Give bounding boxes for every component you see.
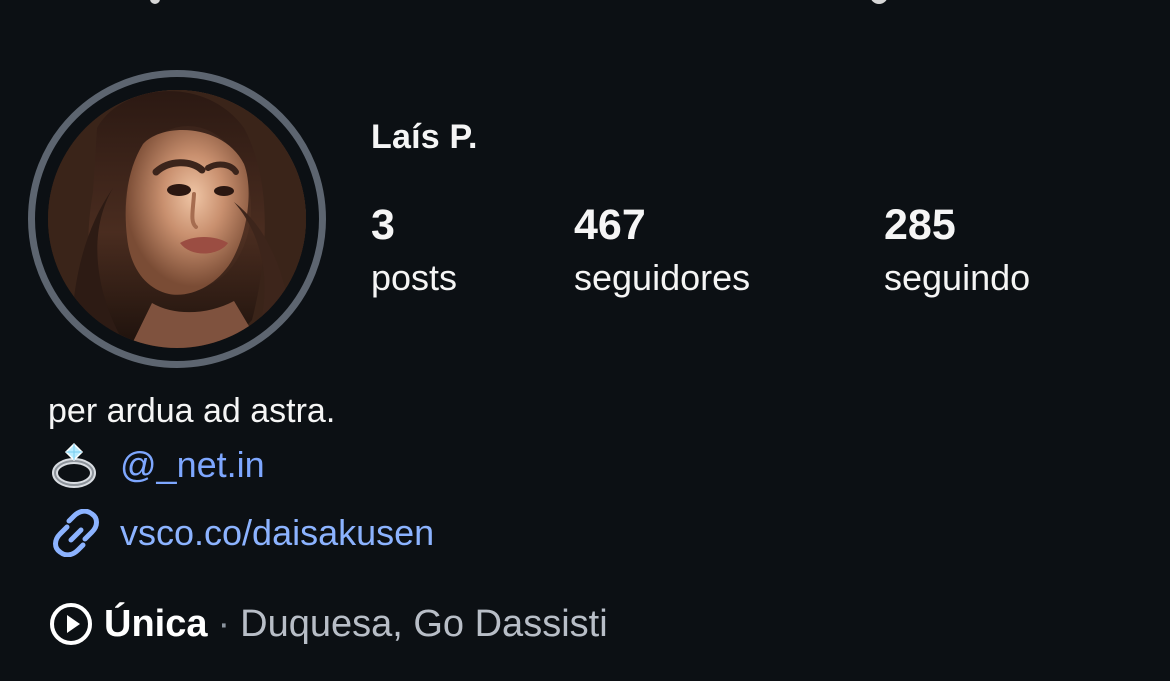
play-icon[interactable] (48, 601, 94, 647)
music-separator: · (217, 602, 231, 645)
avatar-image (48, 90, 306, 348)
song-artist: Duquesa, Go Dassisti (240, 602, 608, 645)
posts-stat[interactable]: 3 posts (371, 201, 457, 302)
profile-link[interactable]: vsco.co/daisakusen (120, 512, 434, 554)
link-icon (48, 508, 104, 558)
posts-count: 3 (371, 201, 395, 249)
posts-label: posts (371, 257, 458, 298)
followers-count: 467 (574, 201, 646, 249)
song-title: Única (104, 602, 208, 645)
top-cut-mark (870, 0, 888, 4)
profile-mention[interactable]: @_net.in (120, 444, 265, 486)
profile-link-row[interactable]: vsco.co/daisakusen (48, 508, 434, 558)
ring-icon (48, 442, 104, 488)
profile-name: Laís P. (371, 118, 478, 156)
profile-avatar[interactable] (48, 90, 306, 348)
bio-mention-row: @_net.in (48, 442, 265, 488)
followers-stat[interactable]: 467 seguidores (574, 201, 750, 302)
following-count: 285 (884, 201, 956, 249)
following-label: seguindo (884, 257, 1031, 298)
top-edge-content (0, 0, 1170, 6)
followers-label: seguidores (574, 257, 751, 298)
following-stat[interactable]: 285 seguindo (884, 201, 1030, 302)
top-cut-mark (150, 0, 160, 4)
profile-music-row[interactable]: Única · Duquesa, Go Dassisti (48, 600, 608, 648)
profile-bio: per ardua ad astra. (48, 392, 336, 430)
